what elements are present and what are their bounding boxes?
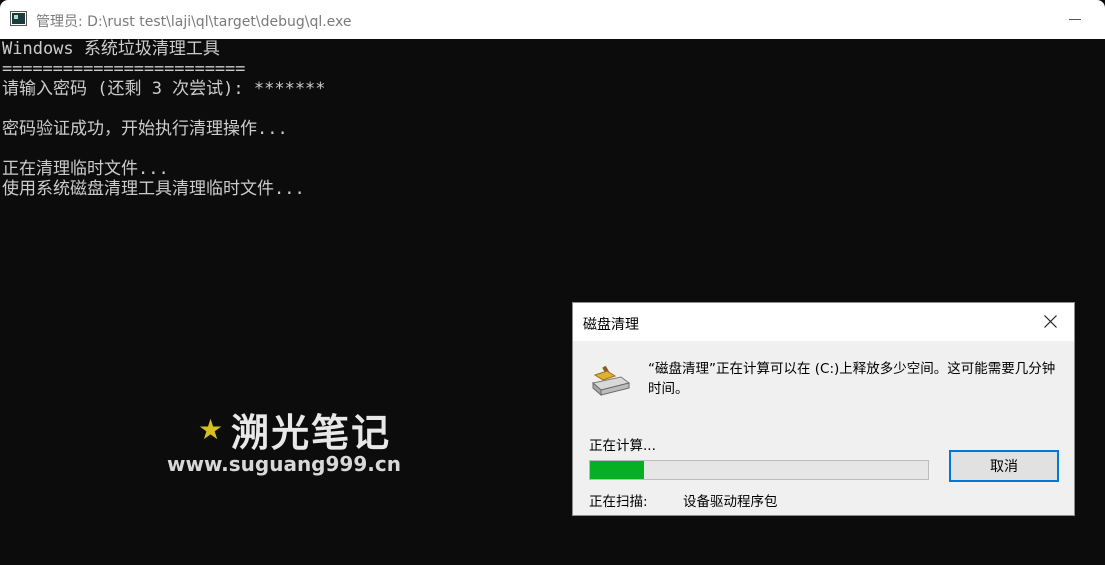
console-line: 正在清理临时文件... <box>2 159 169 179</box>
console-window: 管理员: D:\rust test\laji\ql\target\debug\q… <box>0 0 1105 565</box>
console-line: 密码验证成功，开始执行清理操作... <box>2 119 288 139</box>
console-line: 请输入密码 (还剩 3 次尝试): ******* <box>2 79 326 99</box>
calculating-label: 正在计算... <box>589 438 656 454</box>
window-title: 管理员: D:\rust test\laji\ql\target\debug\q… <box>36 14 352 30</box>
dialog-close-button[interactable] <box>1033 307 1069 337</box>
scanning-value: 设备驱动程序包 <box>683 494 778 510</box>
disk-cleanup-dialog: 磁盘清理 “磁盘清理”正在计算可以在 (C:)上释放多少空间。这可能需要几分钟时… <box>572 302 1075 516</box>
disk-cleanup-icon <box>591 365 631 397</box>
progress-bar <box>589 460 929 480</box>
dialog-titlebar[interactable]: 磁盘清理 <box>573 303 1074 341</box>
console-line: 使用系统磁盘清理工具清理临时文件... <box>2 179 305 199</box>
dialog-title: 磁盘清理 <box>583 317 639 333</box>
console-window-icon <box>10 11 27 26</box>
minimize-button[interactable] <box>1052 0 1098 39</box>
console-line: ======================== <box>2 59 246 79</box>
close-icon <box>1044 315 1057 328</box>
progress-bar-fill <box>590 461 645 479</box>
window-titlebar[interactable]: 管理员: D:\rust test\laji\ql\target\debug\q… <box>0 0 1105 39</box>
star-icon: ★ <box>198 412 224 446</box>
watermark-url: www.suguang999.cn <box>167 452 401 476</box>
cancel-button[interactable]: 取消 <box>949 450 1059 482</box>
watermark-title: ★ 溯光笔记 <box>198 402 391 457</box>
watermark-name: 溯光笔记 <box>231 411 392 455</box>
console-line: Windows 系统垃圾清理工具 <box>2 39 220 59</box>
dialog-message: “磁盘清理”正在计算可以在 (C:)上释放多少空间。这可能需要几分钟时间。 <box>648 361 1056 397</box>
minimize-icon <box>1069 19 1081 20</box>
scanning-label: 正在扫描: <box>589 494 648 510</box>
